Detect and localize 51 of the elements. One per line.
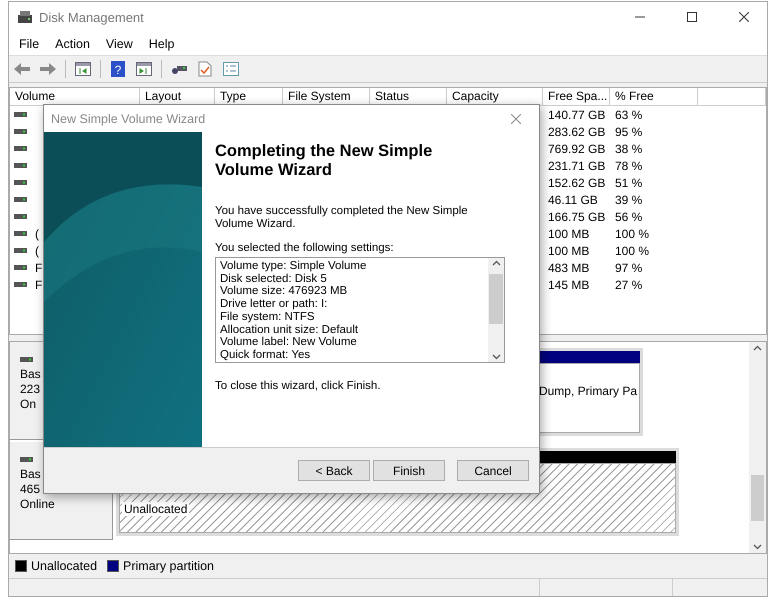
table-cell-text: 100 MB bbox=[547, 226, 590, 240]
intro-text: You have successfully completed the New Simple Volume Wizard. bbox=[215, 205, 469, 231]
legend-label: Unallocated bbox=[31, 559, 98, 573]
table-cell-text: 769.92 GB bbox=[547, 142, 606, 156]
table-cell-text: 97 % bbox=[614, 260, 644, 274]
table-cell-text: 56 % bbox=[614, 210, 644, 224]
settings-label: You selected the following settings: bbox=[215, 242, 395, 255]
disk-info-text: 223 bbox=[20, 382, 42, 397]
table-cell-text: 166.75 GB bbox=[547, 210, 606, 224]
window-title: Disk Management bbox=[39, 10, 145, 24]
legend-label: Primary partition bbox=[123, 559, 214, 573]
setting-line: Allocation unit size: Default bbox=[220, 324, 360, 336]
table-cell-text: 283.62 GB bbox=[547, 124, 606, 138]
table-cell-text: F bbox=[34, 260, 42, 274]
table-cell-text: 51 % bbox=[614, 176, 644, 190]
table-cell-text: 38 % bbox=[614, 142, 644, 156]
table-cell-text: F bbox=[34, 278, 42, 292]
table-cell-text: 78 % bbox=[614, 158, 644, 172]
table-cell-text: 483 MB bbox=[547, 260, 590, 274]
table-cell-text: 100 % bbox=[614, 226, 650, 240]
partition-label: Dump, Primary Pa bbox=[537, 384, 639, 398]
disk-info-text: 465 bbox=[20, 482, 42, 497]
setting-line: Disk selected: Disk 5 bbox=[220, 272, 328, 286]
setting-line: Volume size: 476923 MB bbox=[220, 285, 348, 298]
table-cell-text: 39 % bbox=[614, 192, 644, 206]
setting-line: Quick format: Yes bbox=[220, 348, 312, 362]
table-cell-text: 27 % bbox=[614, 278, 644, 292]
help-icon: ? bbox=[111, 61, 125, 77]
table-cell-text: 140.77 GB bbox=[547, 108, 606, 122]
disk-info-text: On bbox=[20, 397, 38, 412]
table-cell-text: 46.11 GB bbox=[547, 192, 599, 206]
closing-text: To close this wizard, click Finish. bbox=[215, 380, 382, 393]
table-cell-text: 100 % bbox=[614, 244, 650, 258]
dialog-title: New Simple Volume Wizard bbox=[51, 112, 206, 126]
table-cell-text: ( bbox=[34, 244, 39, 258]
table-cell-text: 95 % bbox=[614, 124, 644, 138]
table-cell-text: ( bbox=[34, 226, 39, 240]
table-cell-text: 145 MB bbox=[547, 278, 590, 292]
wizard-heading: Completing the New Simple Volume Wizard bbox=[215, 142, 434, 180]
setting-line: Volume type: Simple Volume bbox=[220, 260, 368, 273]
table-cell-text: 63 % bbox=[614, 108, 644, 122]
disk-info-text: Bas bbox=[20, 467, 42, 482]
setting-line: Drive letter or path: I: bbox=[220, 298, 328, 311]
table-cell-text: 231.71 GB bbox=[547, 158, 606, 172]
table-cell-text: 100 MB bbox=[547, 244, 590, 258]
disk-info-text: Online bbox=[20, 497, 56, 512]
disk-info-text: Bas bbox=[20, 367, 42, 382]
table-cell-text: 152.62 GB bbox=[547, 176, 606, 190]
setting-line: Volume label: New Volume bbox=[220, 336, 358, 349]
partition-label: Unallocated bbox=[122, 502, 190, 516]
setting-line: File system: NTFS bbox=[220, 310, 316, 324]
